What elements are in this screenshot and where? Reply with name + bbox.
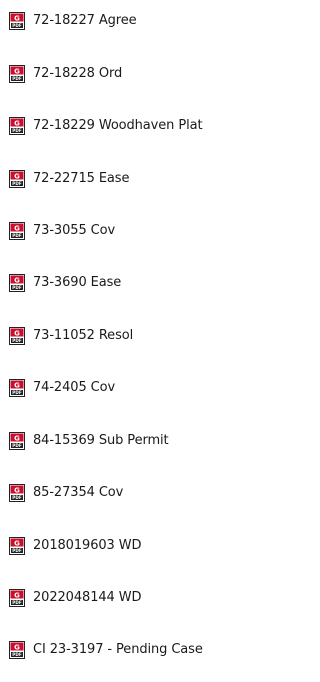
file-name: 72-18227 Agree	[33, 13, 137, 28]
file-item[interactable]: G PDF 2018019603 WD	[0, 533, 279, 559]
svg-text:PDF: PDF	[12, 181, 22, 186]
file-name: 2022048144 WD	[33, 590, 142, 605]
svg-text:PDF: PDF	[12, 652, 22, 657]
file-name: 84-15369 Sub Permit	[33, 433, 169, 448]
pdf-file-icon: G PDF	[9, 12, 25, 30]
file-item[interactable]: G PDF 72-18229 Woodhaven Plat	[0, 113, 279, 139]
pdf-file-icon: G PDF	[9, 327, 25, 345]
file-item[interactable]: G PDF 74-2405 Cov	[0, 375, 279, 401]
svg-text:G: G	[14, 224, 20, 232]
file-item[interactable]: G PDF 73-11052 Resol	[0, 323, 279, 349]
file-name: 73-3690 Ease	[33, 275, 122, 290]
file-item[interactable]: G PDF 73-3690 Ease	[0, 270, 279, 296]
file-name: 73-11052 Resol	[33, 328, 134, 343]
pdf-file-icon: G PDF	[9, 65, 25, 83]
file-name: 2018019603 WD	[33, 538, 142, 553]
pdf-file-icon: G PDF	[9, 117, 25, 135]
svg-text:PDF: PDF	[12, 390, 22, 395]
file-item[interactable]: G PDF 72-22715 Ease	[0, 166, 279, 192]
svg-text:G: G	[14, 119, 20, 127]
file-name: 73-3055 Cov	[33, 223, 116, 238]
file-item[interactable]: G PDF 72-18228 Ord	[0, 61, 279, 87]
svg-text:PDF: PDF	[12, 600, 22, 605]
svg-text:PDF: PDF	[12, 338, 22, 343]
pdf-file-icon: G PDF	[9, 641, 25, 659]
pdf-file-icon: G PDF	[9, 537, 25, 555]
file-item[interactable]: G PDF 84-15369 Sub Permit	[0, 428, 279, 454]
svg-text:G: G	[14, 381, 20, 389]
pdf-file-icon: G PDF	[9, 379, 25, 397]
file-item[interactable]: G PDF 85-27354 Cov	[0, 480, 279, 506]
svg-text:G: G	[14, 591, 20, 599]
svg-text:G: G	[14, 539, 20, 547]
svg-text:PDF: PDF	[12, 548, 22, 553]
svg-text:G: G	[14, 14, 20, 22]
file-list: G PDF 72-18227 Agree G PDF 72-18228 Ord …	[0, 0, 279, 682]
pdf-file-icon: G PDF	[9, 274, 25, 292]
svg-text:PDF: PDF	[12, 443, 22, 448]
pdf-file-icon: G PDF	[9, 432, 25, 450]
file-name: 72-18228 Ord	[33, 66, 123, 81]
file-name: 74-2405 Cov	[33, 380, 116, 395]
file-name: 72-22715 Ease	[33, 171, 130, 186]
svg-text:PDF: PDF	[12, 23, 22, 28]
svg-text:PDF: PDF	[12, 285, 22, 290]
svg-text:PDF: PDF	[12, 495, 22, 500]
pdf-file-icon: G PDF	[9, 170, 25, 188]
svg-text:G: G	[14, 434, 20, 442]
svg-text:G: G	[14, 276, 20, 284]
svg-text:G: G	[14, 67, 20, 75]
svg-text:PDF: PDF	[12, 233, 22, 238]
file-item[interactable]: G PDF 73-3055 Cov	[0, 218, 279, 244]
svg-text:G: G	[14, 172, 20, 180]
file-name: 72-18229 Woodhaven Plat	[33, 118, 203, 133]
pdf-file-icon: G PDF	[9, 484, 25, 502]
pdf-file-icon: G PDF	[9, 222, 25, 240]
svg-text:G: G	[14, 643, 20, 651]
file-name: CI 23-3197 - Pending Case	[33, 642, 203, 657]
svg-text:G: G	[14, 486, 20, 494]
file-item[interactable]: G PDF 2022048144 WD	[0, 585, 279, 611]
svg-text:PDF: PDF	[12, 128, 22, 133]
file-name: 85-27354 Cov	[33, 485, 124, 500]
file-item[interactable]: G PDF 72-18227 Agree	[0, 8, 279, 34]
svg-text:G: G	[14, 329, 20, 337]
svg-text:PDF: PDF	[12, 76, 22, 81]
file-item[interactable]: G PDF CI 23-3197 - Pending Case	[0, 637, 279, 663]
pdf-file-icon: G PDF	[9, 589, 25, 607]
